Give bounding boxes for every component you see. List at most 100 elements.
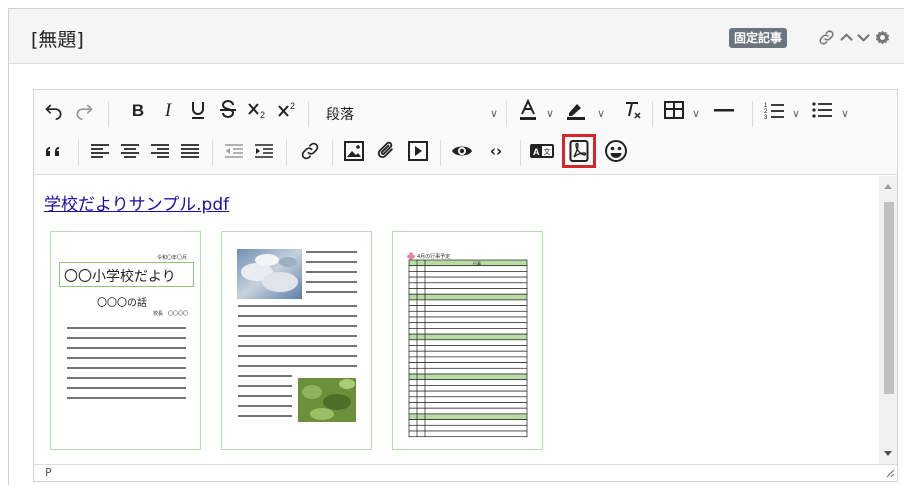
preview-eye-icon[interactable] [448,137,476,165]
align-justify-icon[interactable] [176,137,204,165]
chevron-down-icon[interactable] [855,29,872,46]
align-center-icon[interactable] [116,137,144,165]
schedule-row [408,390,528,398]
gear-icon[interactable] [874,29,891,46]
schedule-row [408,413,528,420]
chevron-down-icon[interactable]: ∨ [546,107,554,120]
schedule-row [408,350,528,358]
schedule-row [408,293,528,301]
image-icon[interactable] [340,137,368,165]
schedule-row [408,265,528,272]
resize-handle-icon[interactable] [885,468,895,478]
italic-icon[interactable]: I [154,96,182,124]
source-code-icon[interactable]: ‹› [482,137,510,165]
cloud-photo [237,249,302,299]
toolbar-separator [108,101,109,127]
schedule-row [408,362,528,369]
toolbar-separator [752,101,753,127]
blockquote-icon[interactable] [40,137,68,165]
svg-text:文: 文 [544,147,551,156]
svg-text:A: A [533,147,540,157]
schedule-row [408,402,528,409]
schedule-row [408,424,528,432]
chevron-down-icon[interactable]: ∨ [792,107,800,120]
chevron-down-icon[interactable]: ∨ [841,107,849,120]
indent-icon[interactable] [250,137,278,165]
align-left-icon[interactable] [86,137,114,165]
svg-text:2: 2 [260,110,265,120]
chevron-down-icon[interactable]: ∨ [597,107,605,120]
bold-icon[interactable]: B [124,96,152,124]
highlight-color-icon[interactable] [562,96,590,124]
pdf-page-thumbnail-2[interactable] [221,231,372,450]
outdent-icon[interactable] [220,137,248,165]
editor-scrollbar[interactable] [879,176,897,464]
pdf-page-thumbnail-1[interactable]: 令和〇年〇月 〇〇小学校だより 〇〇〇の話 校長 〇〇〇〇 [50,231,201,450]
schedule-row [408,322,528,329]
chevron-up-icon[interactable] [838,29,855,46]
editor-statusbar: P [34,464,897,481]
chevron-down-icon[interactable]: ∨ [490,107,498,120]
emoji-icon[interactable] [602,137,630,165]
horizontal-rule-icon[interactable] [710,96,738,124]
toolbar-separator [520,140,521,166]
editor-toolbar: B I 2 2 段落 ∨ ∨ ∨ ∨ 1 2 3 ∨ ∨ ‹› A 文 [34,90,897,175]
schedule-row [408,407,528,415]
schedule-row [408,299,528,306]
table-icon[interactable] [660,96,688,124]
scroll-thumb[interactable] [884,202,894,394]
link-icon[interactable] [818,29,835,46]
schedule-row [408,310,528,318]
editor-content[interactable]: 学校だよりサンプル.pdf 令和〇年〇月 〇〇小学校だより 〇〇〇の話 校長 〇… [34,176,879,464]
newsletter-text-lines [67,327,186,399]
underline-icon[interactable] [184,96,212,124]
subscript-icon[interactable]: 2 [244,96,272,124]
schedule-row [408,288,528,295]
numbered-list-icon[interactable]: 123 [760,96,788,124]
svg-text:2: 2 [290,101,295,111]
toolbar-separator [212,140,213,166]
toolbar-separator [78,140,79,166]
undo-icon[interactable] [40,96,68,124]
redo-icon[interactable] [70,96,98,124]
schedule-row [408,419,528,426]
link-icon[interactable] [296,137,324,165]
align-right-icon[interactable] [146,137,174,165]
panel-header: [無題] 固定記事 [9,9,904,64]
toolbar-separator [652,101,653,127]
block-format-dropdown[interactable]: 段落 [326,104,354,124]
schedule-row [408,356,528,363]
pdf-link[interactable]: 学校だよりサンプル.pdf [44,190,229,215]
schedule-row [408,259,528,267]
schedule-row [408,367,528,375]
schedule-row [408,328,528,335]
attachment-icon[interactable] [372,137,400,165]
strikethrough-icon[interactable] [214,96,242,124]
schedule-row [408,282,528,289]
pdf-page-thumbnail-3[interactable]: 4月の行事予定 行事 [392,231,543,450]
schedule-row [408,385,528,392]
video-icon[interactable] [404,137,432,165]
superscript-icon[interactable]: 2 [274,96,302,124]
element-path[interactable]: P [45,466,52,479]
schedule-row [408,333,528,341]
pdf-icon[interactable] [565,137,593,165]
schedule-row [408,271,528,278]
scroll-down-arrow-icon[interactable] [884,451,892,456]
font-color-icon[interactable] [514,96,542,124]
rich-text-editor: B I 2 2 段落 ∨ ∨ ∨ ∨ 1 2 3 ∨ ∨ ‹› A 文 学校だよ… [33,89,898,482]
translate-icon[interactable]: A文 [528,137,556,165]
clear-format-icon[interactable] [618,96,646,124]
schedule-row [408,316,528,324]
toolbar-separator [308,101,309,127]
chevron-down-icon[interactable]: ∨ [692,107,700,120]
svg-text:3: 3 [764,115,768,119]
schedule-row [408,430,528,438]
toolbar-row-1: B I 2 2 段落 ∨ ∨ ∨ ∨ 1 2 3 ∨ ∨ [34,96,897,132]
schedule-row [408,345,528,352]
schedule-row [408,339,528,346]
toolbar-separator [440,140,441,166]
schedule-row [408,305,528,312]
bulleted-list-icon[interactable] [808,96,836,124]
scroll-up-arrow-icon[interactable] [884,184,892,189]
